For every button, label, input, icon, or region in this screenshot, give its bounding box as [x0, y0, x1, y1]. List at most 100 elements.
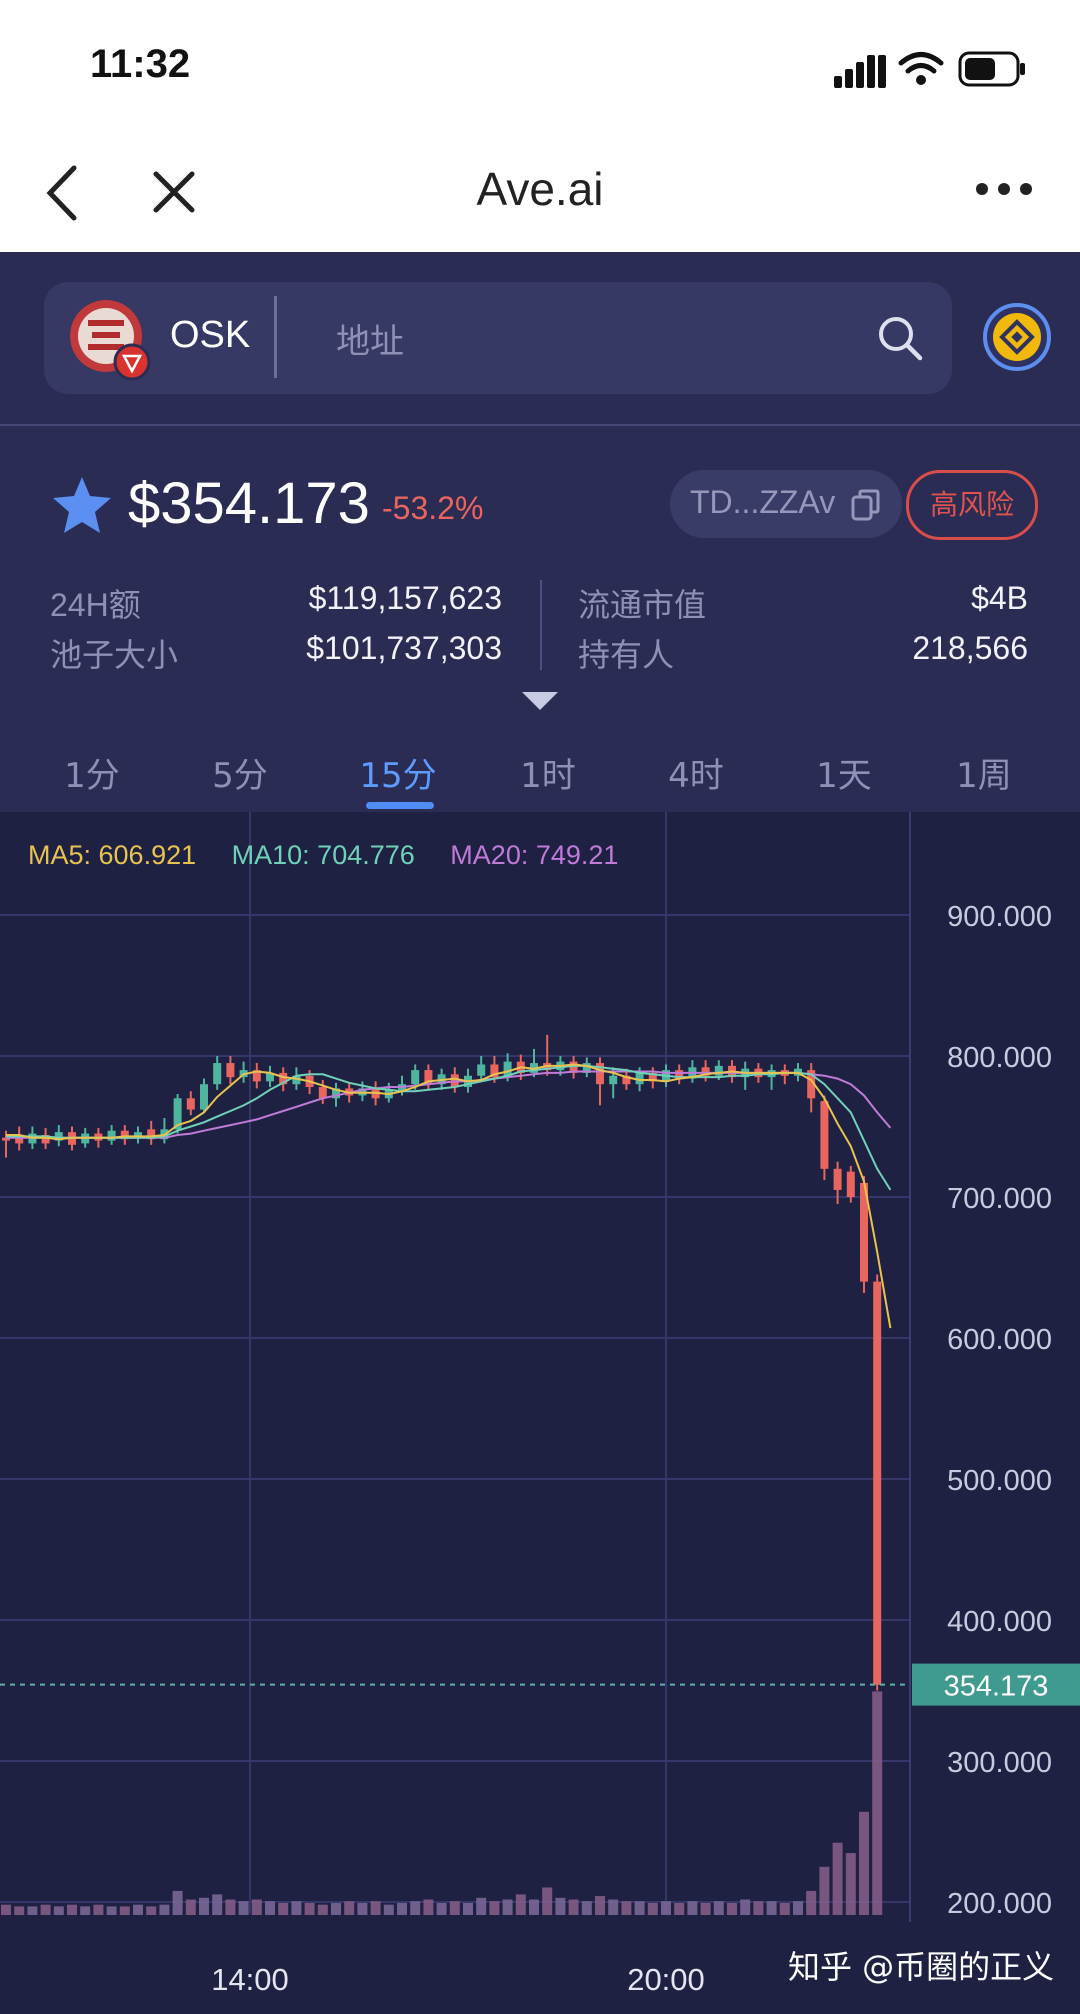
volume-bar [212, 1894, 223, 1915]
volume-bar [700, 1902, 711, 1915]
holders-value: 218,566 [912, 630, 1028, 666]
y-tick-label: 200.000 [947, 1888, 1052, 1920]
bnb-chain-icon[interactable] [982, 302, 1052, 372]
header-divider [0, 424, 1080, 426]
holders-label: 持有人 [578, 637, 675, 673]
cellular-signal-icon [834, 55, 886, 88]
y-tick-label: 800.000 [947, 1042, 1052, 1074]
volume-bar [542, 1887, 553, 1915]
volume-bar [436, 1902, 447, 1915]
volume-bar [529, 1899, 539, 1915]
y-tick-label: 900.000 [947, 901, 1052, 933]
volume-bar [14, 1906, 25, 1915]
risk-badge[interactable]: 高风险 [906, 470, 1038, 540]
ma20-label: MA20: 749.21 [450, 840, 619, 870]
volume-bar [331, 1902, 341, 1915]
volume-bar [463, 1902, 473, 1915]
tab-4h[interactable]: 4时 [636, 748, 756, 797]
battery-icon [958, 51, 1025, 87]
volume-bar [344, 1901, 355, 1915]
volume-bar [397, 1902, 407, 1915]
wifi-icon [898, 52, 944, 85]
volume-bar [621, 1901, 632, 1915]
volume-bar [172, 1890, 183, 1915]
tab-5m[interactable]: 5分 [180, 748, 300, 797]
volume-bar [661, 1901, 671, 1915]
candle-body [833, 1168, 842, 1190]
volume-bar [779, 1902, 790, 1915]
volume-bar [106, 1906, 117, 1915]
volume-bar [634, 1901, 645, 1915]
tab-1w[interactable]: 1周 [924, 748, 1044, 797]
pool-size-value: $101,737,303 [306, 630, 502, 666]
volume-24h-value: $119,157,623 [308, 580, 502, 616]
market-cap-label: 流通市值 [578, 587, 707, 623]
current-price-label: 354.173 [944, 1671, 1049, 1703]
volume-bar [568, 1899, 579, 1915]
volume-bar [872, 1691, 883, 1915]
token-symbol: OSK [170, 314, 251, 356]
volume-bar [687, 1901, 698, 1915]
volume-bar [555, 1897, 566, 1915]
volume-bar [67, 1904, 77, 1915]
y-tick-label: 500.000 [947, 1465, 1052, 1497]
pool-size-label: 池子大小 [50, 637, 179, 673]
tab-1h[interactable]: 1时 [488, 748, 608, 797]
token-logo-icon [70, 300, 151, 381]
volume-bar [291, 1901, 302, 1915]
volume-bar [581, 1901, 592, 1915]
tab-15m[interactable]: 15分 [338, 748, 458, 797]
candle-body [820, 1101, 829, 1169]
volume-bar [317, 1904, 328, 1915]
candle-body [873, 1281, 882, 1685]
volume-bar [1, 1904, 11, 1915]
status-time: 11:32 [90, 42, 191, 86]
volume-bar [304, 1902, 315, 1915]
volume-bar [370, 1901, 381, 1915]
ma-indicator-row: MA5: 606.921 MA10: 704.776 MA20: 749.21 [28, 840, 646, 871]
volume-bar [410, 1901, 421, 1915]
volume-bar [27, 1906, 38, 1915]
volume-bar [713, 1901, 724, 1915]
active-tab-indicator [366, 802, 434, 809]
volume-bar [674, 1902, 685, 1915]
copy-icon[interactable] [850, 488, 882, 522]
volume-bar [806, 1890, 817, 1915]
y-tick-label: 300.000 [947, 1747, 1052, 1779]
more-options-icon[interactable] [974, 178, 1034, 200]
candle-body [107, 1130, 116, 1141]
volume-bar [53, 1906, 64, 1915]
volume-bar [251, 1899, 262, 1915]
volume-bar [278, 1902, 289, 1915]
volume-bar [489, 1901, 500, 1915]
volume-bar [80, 1906, 91, 1915]
search-icon[interactable] [876, 314, 924, 362]
volume-bar [199, 1897, 209, 1915]
candle-body [226, 1063, 235, 1078]
volume-bar [647, 1902, 658, 1915]
expand-stats-icon[interactable] [520, 690, 560, 712]
candle-body [609, 1075, 618, 1085]
volume-bar [476, 1897, 487, 1915]
price-chart[interactable]: 900.000 800.000 700.000 600.000 500.000 400.0… [0, 812, 1080, 2014]
volume-bar [515, 1894, 526, 1915]
y-tick-label: 400.000 [947, 1606, 1052, 1638]
token-price: $354.173 [128, 471, 370, 536]
ma10-label: MA10: 704.776 [231, 840, 415, 870]
tab-1d[interactable]: 1天 [784, 748, 904, 797]
volume-bar [159, 1904, 170, 1915]
volume-24h-label: 24H额 [50, 587, 141, 623]
contract-address: TD...ZZAv [690, 484, 836, 520]
tab-1m[interactable]: 1分 [32, 748, 152, 797]
volume-bar [383, 1904, 394, 1915]
volume-bar [225, 1899, 236, 1915]
volume-bar [727, 1902, 737, 1915]
candle-body [186, 1098, 195, 1110]
x-tick-label: 20:00 [627, 1962, 705, 1997]
volume-bar [185, 1899, 196, 1915]
volume-bar [265, 1901, 275, 1915]
volume-bar [608, 1899, 619, 1915]
watermark: 知乎 @币圈的正义 [788, 1948, 1055, 1986]
favorite-star-icon[interactable] [50, 474, 114, 536]
search-input[interactable]: 地址 [336, 314, 404, 363]
